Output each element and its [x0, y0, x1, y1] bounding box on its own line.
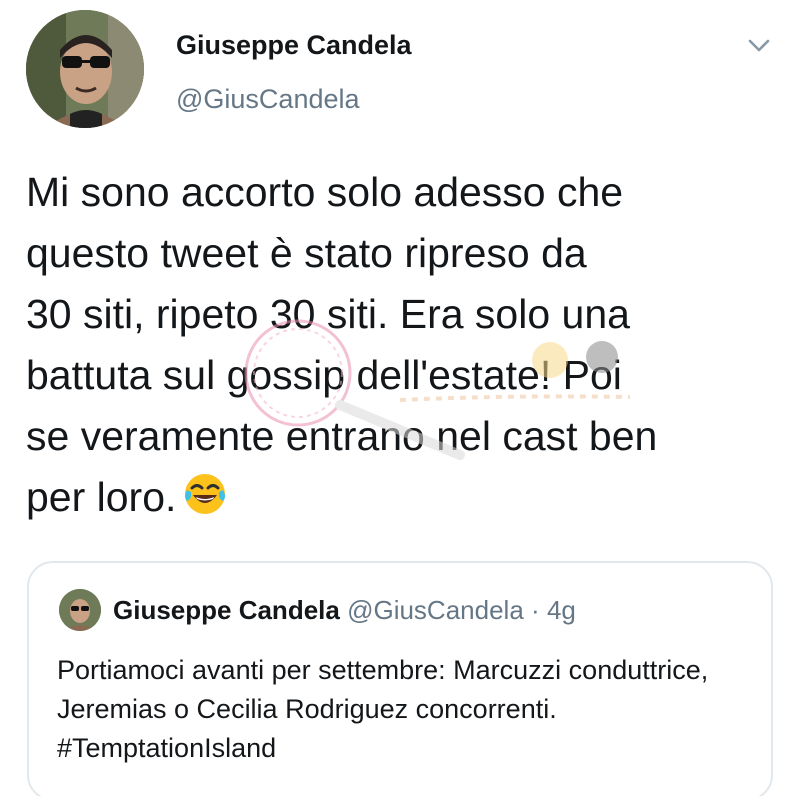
quoted-age: 4g [546, 595, 576, 625]
quoted-author-avatar [59, 589, 101, 631]
tweet-body: Mi sono accorto solo adesso che questo t… [26, 162, 786, 534]
author-names: Giuseppe Candela @GiusCandela [176, 28, 412, 116]
chevron-down-icon[interactable] [746, 32, 772, 58]
quoted-text: Portiamoci avanti per settembre: Marcuzz… [57, 655, 709, 763]
author-handle[interactable]: @GiusCandela [176, 82, 412, 116]
quoted-author-name: Giuseppe Candela [113, 595, 340, 625]
quoted-header: Giuseppe Candela @GiusCandela · 4g [113, 593, 576, 627]
tweet-text: Mi sono accorto solo adesso che questo t… [26, 169, 658, 520]
tweet-card: Giuseppe Candela @GiusCandela Mi sono ac… [0, 0, 800, 796]
tears-of-joy-emoji-icon [182, 471, 228, 534]
tweet-header: Giuseppe Candela @GiusCandela [26, 10, 786, 134]
quoted-tweet[interactable]: Giuseppe Candela @GiusCandela · 4g Porti… [27, 561, 773, 796]
author-avatar[interactable] [26, 10, 144, 128]
quoted-separator: · [531, 595, 540, 625]
avatar-photo [26, 10, 144, 128]
quoted-author-handle: @GiusCandela [347, 595, 524, 625]
author-display-name[interactable]: Giuseppe Candela [176, 28, 412, 62]
